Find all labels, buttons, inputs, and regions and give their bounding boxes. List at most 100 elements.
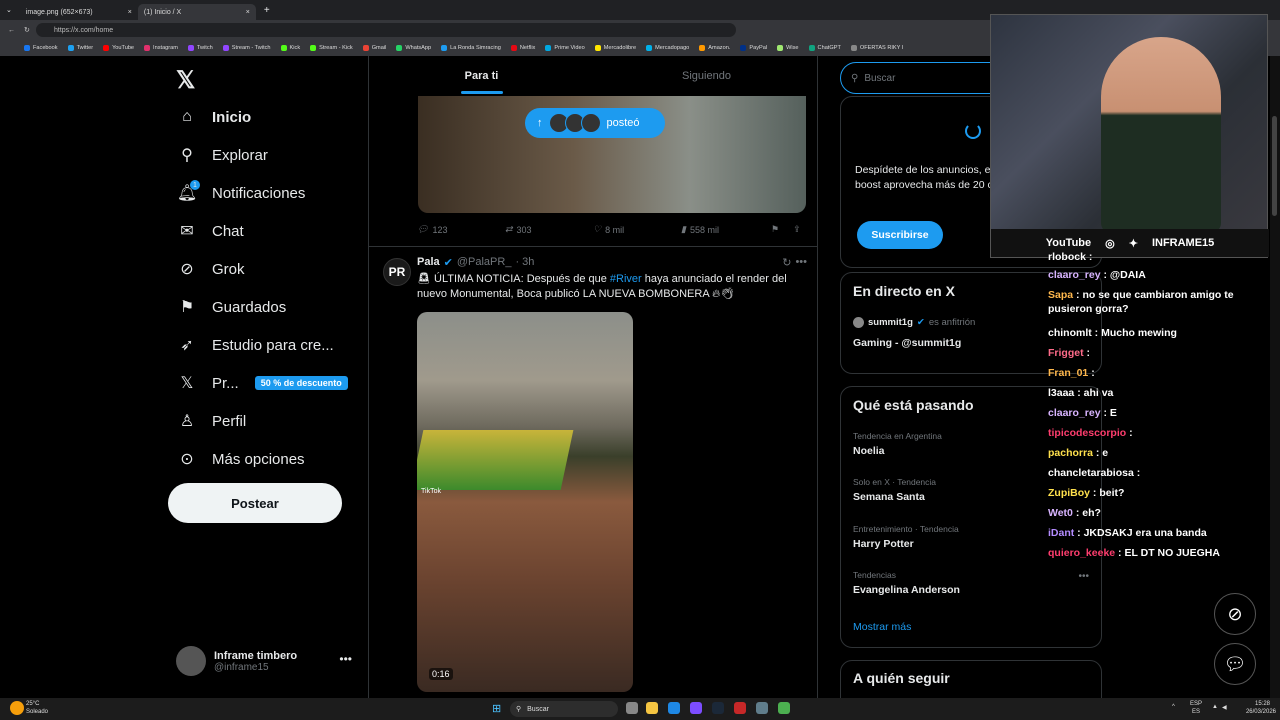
post-time[interactable]: · 3h	[515, 256, 534, 269]
bookmark-item[interactable]: Mercadopago	[646, 45, 689, 51]
back-icon[interactable]: ←	[8, 27, 15, 34]
browser-tab-image[interactable]: image.png (652×673) ×	[20, 4, 138, 20]
chat-username[interactable]: claaro_rey	[1048, 407, 1101, 419]
chat-username[interactable]: Sapa	[1048, 289, 1073, 301]
sidebar-item-notificaciones[interactable]: 🔔︎ 1 Notificaciones	[177, 180, 305, 202]
trend-item[interactable]: Solo en X · Tendencia Semana Santa	[853, 477, 936, 503]
app-icon[interactable]	[734, 702, 746, 714]
chat-username[interactable]: Fran_01	[1048, 367, 1088, 379]
x-logo-icon[interactable]: 𝕏	[176, 66, 195, 95]
share-button[interactable]: ⇪	[793, 224, 801, 235]
file-explorer-icon[interactable]	[646, 702, 658, 714]
chat-username[interactable]: chancletarabiosa	[1048, 467, 1134, 479]
bookmark-item[interactable]: Instagram	[144, 45, 178, 51]
bookmark-item[interactable]: Gmail	[362, 45, 386, 51]
more-icon[interactable]: •••	[1078, 571, 1089, 582]
sidebar-item-perfil[interactable]: ♙ Perfil	[178, 412, 246, 431]
bookmark-item[interactable]: Amazon.	[699, 45, 730, 51]
tab-para-ti[interactable]: Para ti	[369, 56, 594, 96]
chat-username[interactable]: l3aaa	[1048, 387, 1074, 399]
sidebar-item-grok[interactable]: ⊘ Grok	[178, 260, 244, 279]
author-handle[interactable]: @PalaPR_	[457, 256, 512, 269]
language-indicator[interactable]: ESP	[1190, 701, 1202, 707]
live-host[interactable]: summit1g ✔ es anfitrión	[853, 317, 975, 328]
avatar[interactable]: PR	[383, 258, 411, 286]
new-posts-pill[interactable]: ↑ posteó	[525, 108, 665, 138]
bookmark-item[interactable]: Twitch	[187, 45, 213, 51]
hashtag-link[interactable]: #River	[610, 273, 642, 285]
chat-username[interactable]: ZupiBoy	[1048, 487, 1090, 499]
bookmark-item[interactable]: Stream - Twitch	[222, 45, 271, 51]
steam-icon[interactable]	[712, 702, 724, 714]
bookmark-item[interactable]: Mercadolibre	[594, 45, 636, 51]
bookmark-item[interactable]: Netflix	[510, 45, 535, 51]
sidebar-item-explorar[interactable]: ⚲ Explorar	[178, 146, 268, 165]
account-switcher[interactable]: Inframe timbero @inframe15 •••	[176, 644, 366, 678]
chat-username[interactable]: tipicodescorpio	[1048, 427, 1126, 439]
reply-button[interactable]: 💬︎ 123	[417, 224, 505, 235]
browser-tab-x[interactable]: (1) Inicio / X ×	[137, 4, 256, 20]
show-more-link[interactable]: Mostrar más	[853, 621, 911, 633]
volume-icon[interactable]: ◀	[1222, 704, 1227, 711]
url-field[interactable]: https://x.com/home	[36, 23, 736, 37]
chevron-up-icon[interactable]: ^	[1172, 704, 1175, 710]
scrollbar-thumb[interactable]	[1272, 116, 1277, 216]
sidebar-item-premium[interactable]: 𝕏 Pr... 50 % de descuento	[178, 374, 348, 392]
sidebar-item-mas-opciones[interactable]: ⊙ Más opciones	[178, 450, 304, 469]
tab-list-icon[interactable]: ⌄	[6, 6, 12, 14]
bookmark-item[interactable]: YouTube	[103, 45, 134, 51]
tab-siguiendo[interactable]: Siguiendo	[594, 56, 817, 96]
edge-icon[interactable]	[668, 702, 680, 714]
bookmark-item[interactable]: PayPal	[740, 45, 767, 51]
start-icon[interactable]: ⊞	[492, 702, 501, 715]
chat-username[interactable]: rlobock	[1048, 251, 1086, 263]
bookmark-item[interactable]: Prime Video	[545, 45, 585, 51]
more-icon[interactable]: •••	[795, 256, 807, 269]
bookmark-item[interactable]: ChatGPT	[808, 45, 841, 51]
bookmark-item[interactable]: OFERTAS RIKY I	[850, 45, 903, 51]
new-tab-icon[interactable]: +	[264, 5, 270, 16]
post-button[interactable]: Postear	[168, 483, 342, 523]
weather-temp[interactable]: 25°C	[26, 701, 39, 707]
author-name[interactable]: Pala	[417, 256, 440, 269]
bookmark-item[interactable]: Twitter	[67, 45, 93, 51]
repost-button[interactable]: ⇄ 303	[505, 224, 593, 235]
bookmark-item[interactable]: Facebook	[24, 45, 58, 51]
trend-item[interactable]: Tendencias Evangelina Anderson	[853, 570, 960, 596]
sidebar-item-chat[interactable]: ✉ Chat	[178, 222, 243, 241]
chat-username[interactable]: Frigget	[1048, 347, 1084, 359]
close-tab-icon[interactable]: ×	[128, 9, 132, 16]
subscribe-button[interactable]: Suscribirse	[857, 221, 943, 249]
more-icon[interactable]: •••	[339, 652, 352, 666]
bookmark-item[interactable]: Kick	[280, 45, 300, 51]
sidebar-item-guardados[interactable]: ⚑ Guardados	[178, 298, 286, 317]
discord-icon[interactable]	[690, 702, 702, 714]
bookmark-item[interactable]: Wise	[777, 45, 799, 51]
network-icon[interactable]: ▲	[1212, 704, 1218, 710]
bookmark-item[interactable]: La Ronda Simracing	[441, 45, 501, 51]
close-tab-icon[interactable]: ×	[246, 9, 250, 16]
taskbar-search[interactable]: ⚲ Buscar	[510, 701, 618, 717]
sidebar-item-estudio[interactable]: ➶ Estudio para cre...	[178, 336, 333, 355]
task-view-icon[interactable]	[626, 702, 638, 714]
clock-time[interactable]: 15:28	[1255, 701, 1270, 707]
views-button[interactable]: ▮ 558 mil	[681, 224, 771, 235]
chat-username[interactable]: Wet0	[1048, 507, 1073, 519]
app-icon[interactable]	[756, 702, 768, 714]
bookmark-button[interactable]: ⚑	[771, 224, 779, 235]
post-video[interactable]: TikTok 0:16	[417, 312, 633, 692]
trend-item[interactable]: Entretenimiento · Tendencia Harry Potter	[853, 524, 959, 550]
chat-username[interactable]: chinomlt	[1048, 327, 1092, 339]
bookmark-item[interactable]: WhatsApp	[396, 45, 431, 51]
chat-username[interactable]: iDant	[1048, 527, 1074, 539]
grok-icon[interactable]: ↻	[782, 256, 791, 269]
bookmark-item[interactable]: Stream - Kick	[310, 45, 353, 51]
trend-item[interactable]: Tendencia en Argentina Noelia	[853, 431, 942, 457]
chat-username[interactable]: pachorra	[1048, 447, 1093, 459]
reload-icon[interactable]: ↻	[24, 26, 30, 34]
chat-fab[interactable]: 💬︎	[1214, 643, 1256, 685]
chrome-icon[interactable]	[778, 702, 790, 714]
live-stream-title[interactable]: Gaming - @summit1g	[853, 337, 961, 349]
sidebar-item-inicio[interactable]: ⌂ Inicio	[178, 108, 251, 126]
chat-username[interactable]: quiero_keeke	[1048, 547, 1115, 559]
